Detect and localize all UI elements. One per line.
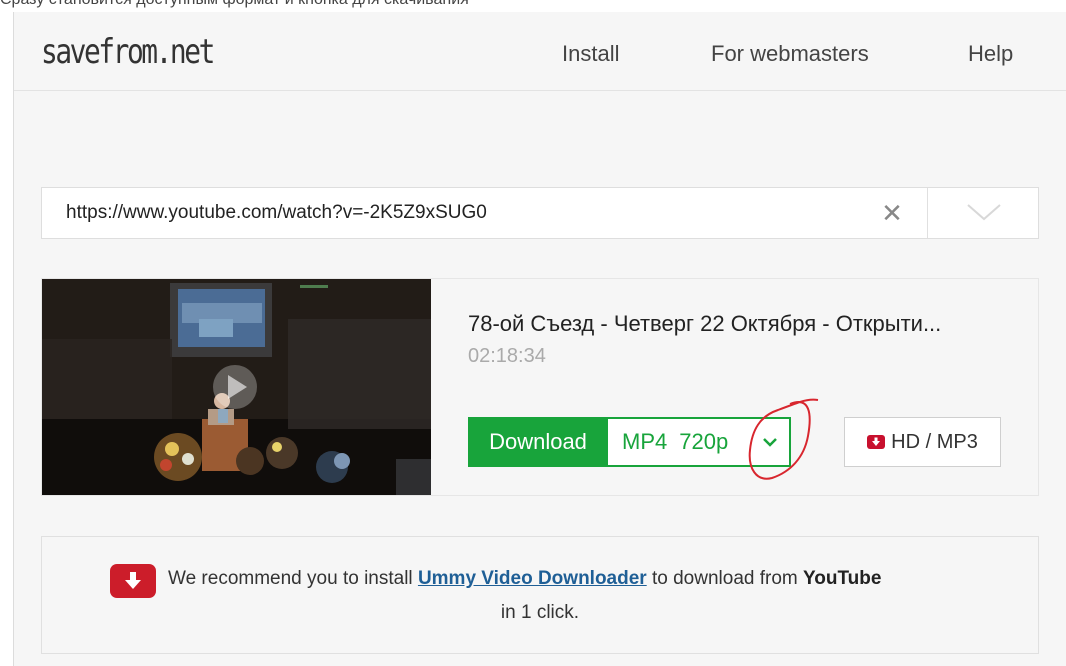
- cropped-caption: Сразу становится доступным формат и кноп…: [0, 0, 1066, 12]
- chevron-down-icon[interactable]: [751, 419, 789, 465]
- recommend-text-line2: in 1 click.: [500, 602, 580, 623]
- chevron-down-icon: [967, 204, 1001, 221]
- url-input-box[interactable]: https://www.youtube.com/watch?v=-2K5Z9xS…: [41, 187, 1039, 239]
- cropped-caption-text: Сразу становится доступным формат и кноп…: [0, 0, 469, 9]
- video-title: 78-ой Съезд - Четверг 22 Октября - Откры…: [468, 311, 942, 336]
- hd-mp3-button[interactable]: HD / MP3: [844, 417, 1001, 467]
- result-card: 78-ой Съезд - Четверг 22 Октября - Откры…: [41, 278, 1039, 496]
- ummy-link[interactable]: Ummy Video Downloader: [418, 568, 647, 589]
- video-thumbnail[interactable]: [42, 279, 431, 495]
- url-input[interactable]: https://www.youtube.com/watch?v=-2K5Z9xS…: [66, 202, 487, 224]
- quality-label: 720p: [679, 429, 729, 454]
- download-arrow-icon: [110, 564, 156, 598]
- download-button[interactable]: Download: [468, 417, 608, 467]
- nav-webmasters[interactable]: For webmasters: [711, 41, 869, 67]
- recommend-prefix: We recommend you to install: [168, 568, 418, 589]
- clear-icon[interactable]: ✕: [878, 198, 906, 228]
- recommend-middle: to download from: [646, 568, 804, 589]
- nav-install[interactable]: Install: [562, 41, 619, 67]
- header: savefrom.net Install For webmasters Help: [14, 12, 1066, 91]
- video-duration: 02:18:34: [468, 345, 546, 367]
- download-group: Download MP4 720p: [468, 417, 791, 467]
- page: savefrom.net Install For webmasters Help…: [13, 12, 1066, 666]
- recommend-banner: We recommend you to install Ummy Video D…: [41, 536, 1039, 654]
- hd-mp3-label: HD / MP3: [891, 430, 978, 453]
- youtube-brand: YouTube: [803, 568, 882, 589]
- nav-help[interactable]: Help: [968, 41, 1013, 67]
- site-logo[interactable]: savefrom.net: [41, 32, 215, 72]
- format-selector[interactable]: MP4 720p: [608, 417, 791, 467]
- download-arrow-icon: [867, 435, 886, 449]
- play-icon[interactable]: [213, 365, 257, 409]
- recommend-text: We recommend you to install Ummy Video D…: [168, 568, 881, 590]
- format-label: MP4: [622, 429, 668, 454]
- url-dropdown-button[interactable]: [927, 188, 1039, 238]
